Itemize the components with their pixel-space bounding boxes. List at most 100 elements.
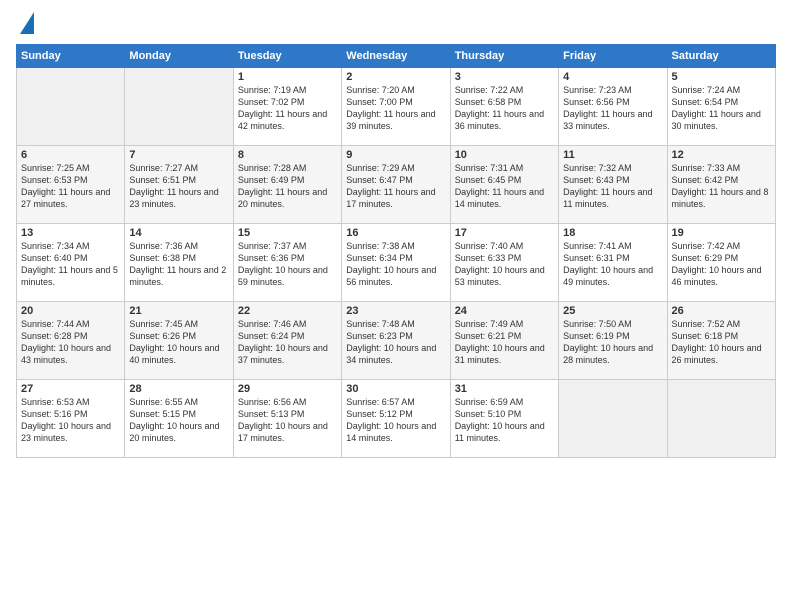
calendar-cell — [559, 380, 667, 458]
cell-info: Sunrise: 7:20 AM Sunset: 7:00 PM Dayligh… — [346, 84, 445, 133]
calendar-cell: 22Sunrise: 7:46 AM Sunset: 6:24 PM Dayli… — [233, 302, 341, 380]
col-monday: Monday — [125, 45, 233, 68]
day-number: 8 — [238, 149, 337, 161]
day-number: 29 — [238, 383, 337, 395]
col-thursday: Thursday — [450, 45, 558, 68]
day-number: 12 — [672, 149, 771, 161]
cell-info: Sunrise: 7:23 AM Sunset: 6:56 PM Dayligh… — [563, 84, 662, 133]
calendar-cell — [667, 380, 775, 458]
day-number: 9 — [346, 149, 445, 161]
calendar-cell — [17, 68, 125, 146]
cell-info: Sunrise: 7:45 AM Sunset: 6:26 PM Dayligh… — [129, 318, 228, 367]
col-saturday: Saturday — [667, 45, 775, 68]
cell-info: Sunrise: 7:50 AM Sunset: 6:19 PM Dayligh… — [563, 318, 662, 367]
cell-info: Sunrise: 7:37 AM Sunset: 6:36 PM Dayligh… — [238, 240, 337, 289]
cell-info: Sunrise: 7:22 AM Sunset: 6:58 PM Dayligh… — [455, 84, 554, 133]
calendar-cell: 25Sunrise: 7:50 AM Sunset: 6:19 PM Dayli… — [559, 302, 667, 380]
cell-info: Sunrise: 7:33 AM Sunset: 6:42 PM Dayligh… — [672, 162, 771, 211]
cell-info: Sunrise: 7:36 AM Sunset: 6:38 PM Dayligh… — [129, 240, 228, 289]
cell-info: Sunrise: 7:29 AM Sunset: 6:47 PM Dayligh… — [346, 162, 445, 211]
calendar-cell: 11Sunrise: 7:32 AM Sunset: 6:43 PM Dayli… — [559, 146, 667, 224]
cell-info: Sunrise: 7:38 AM Sunset: 6:34 PM Dayligh… — [346, 240, 445, 289]
day-number: 15 — [238, 227, 337, 239]
calendar-cell: 5Sunrise: 7:24 AM Sunset: 6:54 PM Daylig… — [667, 68, 775, 146]
logo — [16, 12, 34, 36]
day-number: 19 — [672, 227, 771, 239]
cell-info: Sunrise: 7:25 AM Sunset: 6:53 PM Dayligh… — [21, 162, 120, 211]
page: Sunday Monday Tuesday Wednesday Thursday… — [0, 0, 792, 612]
day-number: 4 — [563, 71, 662, 83]
calendar-cell: 29Sunrise: 6:56 AM Sunset: 5:13 PM Dayli… — [233, 380, 341, 458]
day-number: 16 — [346, 227, 445, 239]
calendar-cell: 23Sunrise: 7:48 AM Sunset: 6:23 PM Dayli… — [342, 302, 450, 380]
calendar-week-row: 27Sunrise: 6:53 AM Sunset: 5:16 PM Dayli… — [17, 380, 776, 458]
calendar-week-row: 1Sunrise: 7:19 AM Sunset: 7:02 PM Daylig… — [17, 68, 776, 146]
calendar-cell: 3Sunrise: 7:22 AM Sunset: 6:58 PM Daylig… — [450, 68, 558, 146]
day-number: 10 — [455, 149, 554, 161]
calendar-cell: 1Sunrise: 7:19 AM Sunset: 7:02 PM Daylig… — [233, 68, 341, 146]
day-number: 18 — [563, 227, 662, 239]
day-number: 22 — [238, 305, 337, 317]
cell-info: Sunrise: 7:34 AM Sunset: 6:40 PM Dayligh… — [21, 240, 120, 289]
cell-info: Sunrise: 7:28 AM Sunset: 6:49 PM Dayligh… — [238, 162, 337, 211]
day-number: 20 — [21, 305, 120, 317]
calendar-cell: 27Sunrise: 6:53 AM Sunset: 5:16 PM Dayli… — [17, 380, 125, 458]
col-tuesday: Tuesday — [233, 45, 341, 68]
cell-info: Sunrise: 7:52 AM Sunset: 6:18 PM Dayligh… — [672, 318, 771, 367]
cell-info: Sunrise: 7:27 AM Sunset: 6:51 PM Dayligh… — [129, 162, 228, 211]
calendar-cell: 18Sunrise: 7:41 AM Sunset: 6:31 PM Dayli… — [559, 224, 667, 302]
day-number: 17 — [455, 227, 554, 239]
cell-info: Sunrise: 6:56 AM Sunset: 5:13 PM Dayligh… — [238, 396, 337, 445]
cell-info: Sunrise: 6:59 AM Sunset: 5:10 PM Dayligh… — [455, 396, 554, 445]
day-number: 14 — [129, 227, 228, 239]
day-number: 11 — [563, 149, 662, 161]
calendar-cell: 2Sunrise: 7:20 AM Sunset: 7:00 PM Daylig… — [342, 68, 450, 146]
calendar-cell: 9Sunrise: 7:29 AM Sunset: 6:47 PM Daylig… — [342, 146, 450, 224]
calendar-week-row: 13Sunrise: 7:34 AM Sunset: 6:40 PM Dayli… — [17, 224, 776, 302]
header — [16, 12, 776, 36]
calendar-cell — [125, 68, 233, 146]
col-wednesday: Wednesday — [342, 45, 450, 68]
calendar-cell: 16Sunrise: 7:38 AM Sunset: 6:34 PM Dayli… — [342, 224, 450, 302]
day-number: 31 — [455, 383, 554, 395]
cell-info: Sunrise: 7:40 AM Sunset: 6:33 PM Dayligh… — [455, 240, 554, 289]
calendar-cell: 30Sunrise: 6:57 AM Sunset: 5:12 PM Dayli… — [342, 380, 450, 458]
calendar-cell: 24Sunrise: 7:49 AM Sunset: 6:21 PM Dayli… — [450, 302, 558, 380]
col-friday: Friday — [559, 45, 667, 68]
day-number: 26 — [672, 305, 771, 317]
calendar-cell: 31Sunrise: 6:59 AM Sunset: 5:10 PM Dayli… — [450, 380, 558, 458]
cell-info: Sunrise: 7:49 AM Sunset: 6:21 PM Dayligh… — [455, 318, 554, 367]
calendar-cell: 19Sunrise: 7:42 AM Sunset: 6:29 PM Dayli… — [667, 224, 775, 302]
day-number: 24 — [455, 305, 554, 317]
day-number: 23 — [346, 305, 445, 317]
day-number: 7 — [129, 149, 228, 161]
day-number: 1 — [238, 71, 337, 83]
calendar-cell: 7Sunrise: 7:27 AM Sunset: 6:51 PM Daylig… — [125, 146, 233, 224]
day-number: 27 — [21, 383, 120, 395]
cell-info: Sunrise: 7:41 AM Sunset: 6:31 PM Dayligh… — [563, 240, 662, 289]
col-sunday: Sunday — [17, 45, 125, 68]
cell-info: Sunrise: 6:57 AM Sunset: 5:12 PM Dayligh… — [346, 396, 445, 445]
calendar-table: Sunday Monday Tuesday Wednesday Thursday… — [16, 44, 776, 458]
day-number: 13 — [21, 227, 120, 239]
calendar-cell: 12Sunrise: 7:33 AM Sunset: 6:42 PM Dayli… — [667, 146, 775, 224]
calendar-cell: 21Sunrise: 7:45 AM Sunset: 6:26 PM Dayli… — [125, 302, 233, 380]
cell-info: Sunrise: 7:24 AM Sunset: 6:54 PM Dayligh… — [672, 84, 771, 133]
calendar-cell: 26Sunrise: 7:52 AM Sunset: 6:18 PM Dayli… — [667, 302, 775, 380]
cell-info: Sunrise: 7:31 AM Sunset: 6:45 PM Dayligh… — [455, 162, 554, 211]
calendar-cell: 20Sunrise: 7:44 AM Sunset: 6:28 PM Dayli… — [17, 302, 125, 380]
calendar-cell: 6Sunrise: 7:25 AM Sunset: 6:53 PM Daylig… — [17, 146, 125, 224]
cell-info: Sunrise: 7:42 AM Sunset: 6:29 PM Dayligh… — [672, 240, 771, 289]
calendar-cell: 17Sunrise: 7:40 AM Sunset: 6:33 PM Dayli… — [450, 224, 558, 302]
day-number: 2 — [346, 71, 445, 83]
logo-triangle-icon — [20, 12, 34, 34]
calendar-cell: 28Sunrise: 6:55 AM Sunset: 5:15 PM Dayli… — [125, 380, 233, 458]
calendar-cell: 15Sunrise: 7:37 AM Sunset: 6:36 PM Dayli… — [233, 224, 341, 302]
calendar-cell: 14Sunrise: 7:36 AM Sunset: 6:38 PM Dayli… — [125, 224, 233, 302]
day-number: 21 — [129, 305, 228, 317]
header-row: Sunday Monday Tuesday Wednesday Thursday… — [17, 45, 776, 68]
day-number: 30 — [346, 383, 445, 395]
calendar-cell: 13Sunrise: 7:34 AM Sunset: 6:40 PM Dayli… — [17, 224, 125, 302]
calendar-week-row: 20Sunrise: 7:44 AM Sunset: 6:28 PM Dayli… — [17, 302, 776, 380]
cell-info: Sunrise: 7:46 AM Sunset: 6:24 PM Dayligh… — [238, 318, 337, 367]
